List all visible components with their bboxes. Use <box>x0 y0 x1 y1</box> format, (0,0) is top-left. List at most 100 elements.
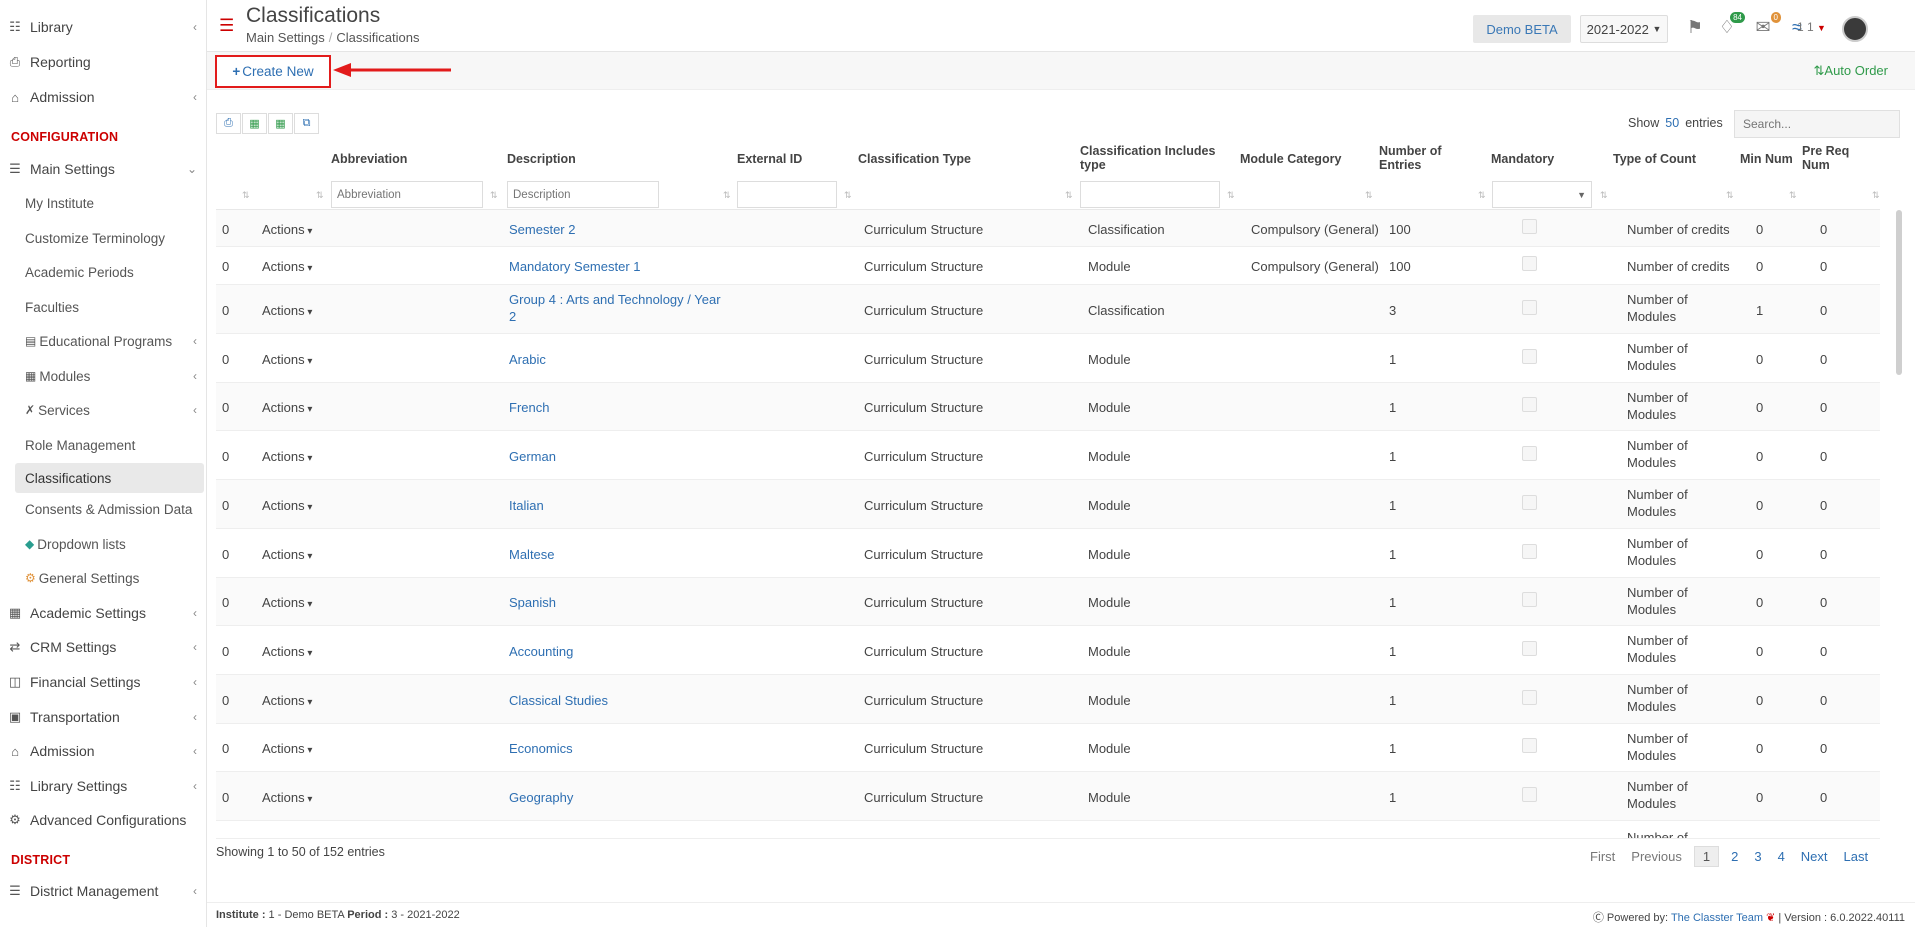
sort-icon[interactable]: ⇅ <box>1227 190 1235 201</box>
actions-dropdown[interactable]: Actions ▾ <box>262 594 312 613</box>
sidebar-item-customize-terminology[interactable]: Customize Terminology <box>0 223 206 253</box>
mandatory-checkbox[interactable] <box>1522 446 1537 461</box>
sidebar-item-my-institute[interactable]: My Institute <box>0 188 206 218</box>
description-link[interactable]: Classical Studies <box>509 692 608 709</box>
print-icon[interactable]: ⎙ <box>216 113 241 134</box>
mandatory-filter-select[interactable]: ▼ <box>1492 181 1592 208</box>
sidebar-item-district-management[interactable]: ☰ District Management ‹ <box>0 876 206 906</box>
sidebar-item-role-management[interactable]: Role Management <box>0 430 206 460</box>
mandatory-checkbox[interactable] <box>1522 256 1537 271</box>
team-link[interactable]: The Classter Team <box>1671 912 1763 924</box>
sort-icon[interactable]: ⇅ <box>1365 190 1373 201</box>
actions-dropdown[interactable]: Actions ▾ <box>262 221 312 240</box>
mandatory-checkbox[interactable] <box>1522 495 1537 510</box>
abbreviation-filter[interactable] <box>331 181 483 208</box>
mandatory-checkbox[interactable] <box>1522 397 1537 412</box>
sidebar-item-reporting[interactable]: ⎙ Reporting <box>0 47 206 77</box>
mandatory-checkbox[interactable] <box>1522 544 1537 559</box>
page-size-select[interactable]: 50 <box>1665 116 1679 130</box>
mandatory-checkbox[interactable] <box>1522 690 1537 705</box>
actions-dropdown[interactable]: Actions ▾ <box>262 448 312 467</box>
sidebar-item-educational-programs[interactable]: ▤ Educational Programs ‹ <box>0 326 206 356</box>
actions-dropdown[interactable]: Actions ▾ <box>262 497 312 516</box>
description-link[interactable]: German <box>509 448 556 465</box>
create-new-button[interactable]: + Create New <box>215 55 331 88</box>
page-first[interactable]: First <box>1590 849 1615 864</box>
description-link[interactable]: Spanish <box>509 594 556 611</box>
mandatory-checkbox[interactable] <box>1522 641 1537 656</box>
header-classification-type[interactable]: Classification Type <box>858 152 971 166</box>
sort-icon[interactable]: ⇅ <box>1872 190 1880 201</box>
bell-icon[interactable]: ♢ 84 <box>1715 12 1745 39</box>
excel-icon[interactable]: ▦ <box>242 113 267 134</box>
sidebar-item-modules[interactable]: ▦ Modules ‹ <box>0 361 206 391</box>
page-1[interactable]: 1 <box>1693 846 1720 867</box>
period-select[interactable]: 2021-2022 ▼ <box>1580 15 1668 43</box>
search-input[interactable] <box>1734 110 1900 138</box>
external-id-filter[interactable] <box>737 181 837 208</box>
sidebar-item-transportation[interactable]: ▣ Transportation ‹ <box>0 702 206 732</box>
sort-icon[interactable]: ⇅ <box>1065 190 1073 201</box>
page-previous[interactable]: Previous <box>1631 849 1682 864</box>
avatar[interactable] <box>1842 16 1868 42</box>
actions-dropdown[interactable]: Actions ▾ <box>262 258 312 277</box>
page-last[interactable]: Last <box>1844 849 1869 864</box>
mandatory-checkbox[interactable] <box>1522 219 1537 234</box>
sidebar-item-advanced-configurations[interactable]: ⚙ Advanced Configurations <box>0 805 206 835</box>
sidebar-item-library[interactable]: ☷ Library ‹ <box>0 12 206 42</box>
description-link[interactable]: Economics <box>509 740 573 757</box>
description-link[interactable]: Maltese <box>509 546 555 563</box>
csv-icon[interactable]: ▦ <box>268 113 293 134</box>
description-link[interactable]: Mandatory Semester 1 <box>509 258 641 275</box>
actions-dropdown[interactable]: Actions ▾ <box>262 692 312 711</box>
mandatory-checkbox[interactable] <box>1522 300 1537 315</box>
sidebar-item-consents-admission-data[interactable]: Consents & Admission Data <box>0 494 206 524</box>
sidebar-item-admission[interactable]: ⌂ Admission ‹ <box>0 82 206 112</box>
header-pre-req-num[interactable]: Pre Req Num <box>1802 144 1849 172</box>
actions-dropdown[interactable]: Actions ▾ <box>262 302 312 321</box>
actions-dropdown[interactable]: Actions ▾ <box>262 399 312 418</box>
flag-icon[interactable]: ⚑ <box>1683 15 1707 39</box>
sidebar-item-general-settings[interactable]: ⚙ General Settings <box>0 563 206 593</box>
sidebar-item-academic-periods[interactable]: Academic Periods <box>0 257 206 287</box>
sidebar-item-library-settings[interactable]: ☷ Library Settings ‹ <box>0 771 206 801</box>
actions-dropdown[interactable]: Actions ▾ <box>262 789 312 808</box>
sidebar-item-academic-settings[interactable]: ▦ Academic Settings ‹ <box>0 598 206 628</box>
header-includes-type[interactable]: Classification Includes type <box>1080 144 1215 172</box>
hamburger-icon[interactable]: ☰ <box>219 17 234 34</box>
mandatory-checkbox[interactable] <box>1522 592 1537 607</box>
scrollbar[interactable] <box>1896 210 1902 375</box>
sort-icon[interactable]: ⇅ <box>242 190 250 201</box>
page-2[interactable]: 2 <box>1731 849 1738 864</box>
sidebar-item-dropdown-lists[interactable]: ◆ Dropdown lists <box>0 529 206 559</box>
description-link[interactable]: Group 4 : Arts and Technology / Year 2 <box>509 291 721 325</box>
description-link[interactable]: French <box>509 399 549 416</box>
sort-icon[interactable]: ⇅ <box>490 190 498 201</box>
auto-order-button[interactable]: ⇅Auto Order <box>1814 63 1889 79</box>
mandatory-checkbox[interactable] <box>1522 349 1537 364</box>
header-mandatory[interactable]: Mandatory <box>1491 152 1554 166</box>
sort-icon[interactable]: ⇅ <box>1478 190 1486 201</box>
sidebar-item-main-settings[interactable]: ☰ Main Settings ⌄ <box>0 154 206 184</box>
actions-dropdown[interactable]: Actions ▾ <box>262 546 312 565</box>
copy-icon[interactable]: ⧉ <box>294 113 319 134</box>
description-link[interactable]: Semester 2 <box>509 221 575 238</box>
user-menu[interactable]: 1 1 ▼ <box>1797 20 1826 34</box>
header-number-entries[interactable]: Number of Entries <box>1379 144 1442 172</box>
page-next[interactable]: Next <box>1801 849 1828 864</box>
description-link[interactable]: Accounting <box>509 643 573 660</box>
sidebar-item-faculties[interactable]: Faculties <box>0 292 206 322</box>
actions-dropdown[interactable]: Actions ▾ <box>262 643 312 662</box>
description-link[interactable]: Geography <box>509 789 573 806</box>
includes-type-filter[interactable] <box>1080 181 1220 208</box>
actions-dropdown[interactable]: Actions ▾ <box>262 351 312 370</box>
sort-icon[interactable]: ⇅ <box>1789 190 1797 201</box>
page-3[interactable]: 3 <box>1754 849 1761 864</box>
mandatory-checkbox[interactable] <box>1522 738 1537 753</box>
sort-icon[interactable]: ⇅ <box>844 190 852 201</box>
institute-button[interactable]: Demo BETA <box>1473 15 1571 43</box>
sort-icon[interactable]: ⇅ <box>723 190 731 201</box>
header-abbreviation[interactable]: Abbreviation <box>331 152 407 166</box>
sort-icon[interactable]: ⇅ <box>1726 190 1734 201</box>
header-module-category[interactable]: Module Category <box>1240 152 1341 166</box>
